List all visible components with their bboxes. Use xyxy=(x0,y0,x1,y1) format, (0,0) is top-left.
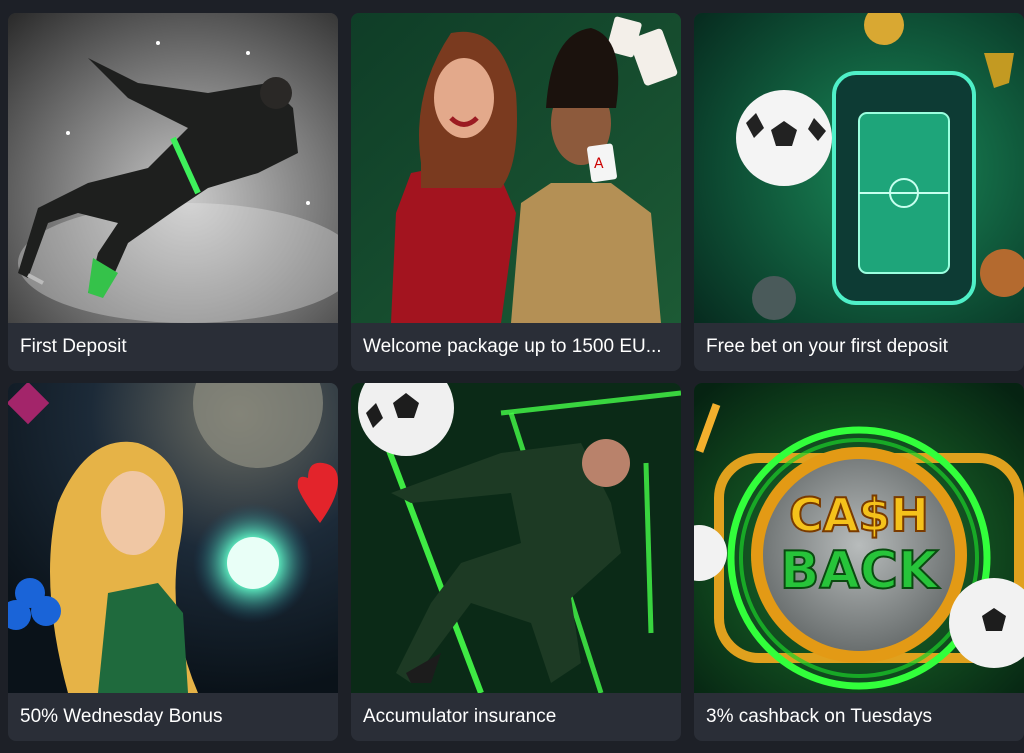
promo-image-fantasy-orb xyxy=(8,383,338,693)
promo-title: Free bet on your first deposit xyxy=(706,336,948,357)
cashback-art-line2: BACK xyxy=(780,541,940,601)
promo-title: First Deposit xyxy=(20,336,127,357)
promo-image-footballer-neon xyxy=(351,383,681,693)
promo-title: 50% Wednesday Bonus xyxy=(20,706,223,727)
promo-image-casino-women: A xyxy=(351,13,681,323)
svg-text:A: A xyxy=(594,156,604,172)
promo-title: Accumulator insurance xyxy=(363,706,557,727)
promo-card-first-deposit[interactable]: First Deposit xyxy=(8,13,338,371)
promo-card-free-bet[interactable]: Free bet on your first deposit xyxy=(694,13,1024,371)
promo-card-cashback-tuesdays[interactable]: CA$H BACK 3% cashback on Tuesdays xyxy=(694,383,1024,741)
promo-card-wednesday-bonus[interactable]: 50% Wednesday Bonus xyxy=(8,383,338,741)
promo-image-cashback-coin: CA$H BACK xyxy=(694,383,1024,693)
promo-image-football-phone xyxy=(694,13,1024,323)
promo-image-footballer-kick xyxy=(8,13,338,323)
promo-card-accumulator-insurance[interactable]: Accumulator insurance xyxy=(351,383,681,741)
promo-title: 3% cashback on Tuesdays xyxy=(706,706,933,727)
promotions-grid: First Deposit A Welcome package up to 15… xyxy=(0,0,1024,753)
promo-title: Welcome package up to 1500 EU... xyxy=(363,336,662,357)
promo-card-welcome-package[interactable]: A Welcome package up to 1500 EU... xyxy=(351,13,681,371)
cashback-art-line1: CA$H xyxy=(789,488,929,542)
